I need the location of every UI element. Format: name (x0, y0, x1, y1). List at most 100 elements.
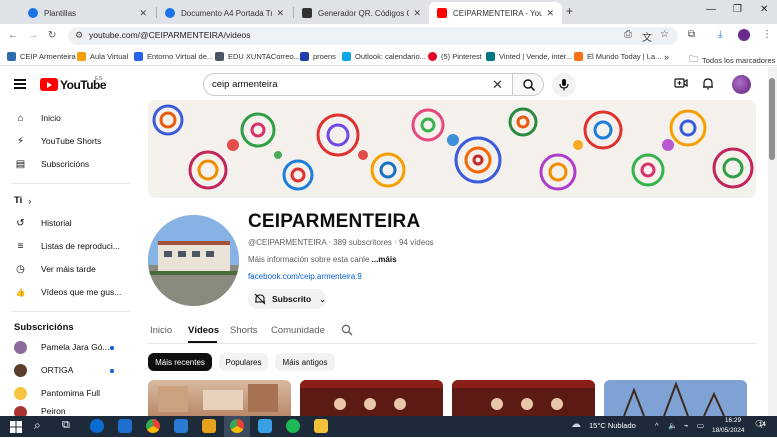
channel-meta: @CEIPARMENTEIRA ‧ 389 subscritores ‧ 94 … (248, 238, 434, 247)
channel-handle: @CEIPARMENTEIRA (248, 238, 327, 247)
bookmark-ceip-armenteira[interactable]: CEIP Armenteira (7, 52, 76, 61)
windows-start-icon[interactable] (10, 420, 22, 438)
chip-most-recent[interactable]: Máis recentes (148, 353, 212, 371)
new-tab-button[interactable]: + (566, 4, 573, 18)
clock-date[interactable]: 18/05/2024 (712, 427, 745, 434)
site-info-icon[interactable]: ⚙ (75, 30, 83, 41)
install-app-icon[interactable]: ⎙ (624, 29, 632, 40)
video-thumbnail[interactable] (604, 380, 747, 416)
bookmark-el-mundo-today[interactable]: El Mundo Today | La... (574, 52, 661, 61)
video-thumbnail[interactable] (452, 380, 595, 416)
app-icon[interactable] (174, 419, 188, 433)
chrome-app-icon[interactable] (146, 419, 160, 433)
video-thumbnail[interactable] (300, 380, 443, 416)
back-icon[interactable]: ← (8, 30, 18, 41)
tab-shorts[interactable]: Shorts (230, 325, 257, 336)
sidebar-item-history[interactable]: ↺ Historial (14, 214, 71, 232)
youtube-logo-icon[interactable] (40, 78, 58, 91)
tab-videos[interactable]: Vídeos (188, 325, 219, 336)
spotify-app-icon[interactable] (286, 419, 300, 433)
bookmark-outlook[interactable]: Outlook: calendario... (342, 52, 426, 61)
sidebar-item-subscriptions[interactable]: ▤ Subscricións (14, 155, 89, 173)
sidebar-item-liked-videos[interactable]: 👍 Vídeos que me gus... (14, 283, 122, 301)
bookmark-edu-xunta[interactable]: EDU XUNTACorreo... (215, 52, 300, 61)
tray-chevron-up-icon[interactable]: ^ (655, 421, 659, 430)
close-icon[interactable]: ✕ (276, 8, 284, 19)
minimize-icon[interactable]: — (706, 4, 716, 15)
guide-menu-icon[interactable] (14, 79, 26, 89)
sidebar-sub-pantomima[interactable]: Pantomima Full (14, 384, 100, 402)
bookmarks-more-button[interactable]: » (664, 52, 669, 62)
meta-separator: ‧ (394, 238, 397, 247)
sidebar-sub-pamela[interactable]: Pamela Jara Gó... (14, 338, 110, 356)
sidebar-item-inicio[interactable]: ⌂ Inicio (14, 109, 61, 127)
clear-search-icon[interactable]: ✕ (492, 77, 503, 93)
scrollbar-thumb[interactable] (769, 78, 775, 160)
translate-icon[interactable]: 文 (642, 29, 652, 44)
bookmark-vinted[interactable]: Vinted | Vende, inter... (486, 52, 572, 61)
app-icon[interactable] (202, 419, 216, 433)
menu-kebab-icon[interactable]: ⋮ (762, 29, 772, 40)
bookmark-entorno-virtual[interactable]: Entorno Virtual de... (134, 52, 213, 61)
channel-external-link[interactable]: facebook.com/ceip.armenteira.9 (248, 272, 362, 281)
browser-tab-plantillas[interactable]: Plantillas ✕ (20, 2, 155, 24)
download-icon[interactable]: ⤓ (718, 29, 722, 40)
volume-icon[interactable]: 🔈 (668, 421, 677, 430)
sidebar-item-watch-later[interactable]: ◷ Ver máis tarde (14, 260, 96, 278)
notification-count: 14 (759, 422, 766, 428)
browser-tab-youtube[interactable]: CEIPARMENTEIRA - YouTube ✕ (429, 2, 562, 24)
video-thumbnail[interactable] (148, 380, 291, 416)
sidebar-item-shorts[interactable]: ⚡ YouTube Shorts (14, 132, 101, 150)
search-input[interactable] (212, 79, 482, 90)
forward-icon[interactable]: → (28, 30, 38, 41)
task-view-icon[interactable]: ⧉ (62, 419, 70, 432)
weather-text[interactable]: 15°C Nublado (589, 421, 636, 430)
channel-avatar[interactable] (148, 215, 239, 306)
browser-tab-documento[interactable]: Documento A4 Portada Trabaj... ✕ (157, 2, 292, 24)
search-button[interactable] (512, 73, 544, 96)
chrome-active-app-icon[interactable] (230, 419, 244, 433)
sidebar-sub-peiron[interactable]: Peiron (14, 406, 66, 416)
edge-app-icon[interactable] (90, 419, 104, 433)
subscribed-label: Subscrito (272, 294, 312, 304)
all-bookmarks-button[interactable]: 🗀 Todos los marcadores (689, 52, 775, 68)
notifications-icon[interactable] (702, 77, 714, 93)
tab-inicio[interactable]: Inicio (150, 325, 172, 336)
reload-icon[interactable]: ↻ (48, 30, 56, 41)
channel-description[interactable]: Máis información sobre esta canle ...mái… (248, 255, 397, 264)
sidebar-you-heading[interactable]: Ti › (14, 195, 31, 206)
extensions-icon[interactable]: ⧉ (688, 29, 695, 40)
battery-icon[interactable]: ▭ (697, 421, 704, 430)
store-app-icon[interactable] (258, 419, 272, 433)
more-link[interactable]: ...máis (372, 255, 397, 264)
close-icon[interactable]: ✕ (546, 8, 554, 19)
avatar (14, 363, 27, 377)
window-close-icon[interactable]: ✕ (760, 4, 768, 15)
tab-comunidade[interactable]: Comunidade (271, 325, 325, 336)
clock-time[interactable]: 16:29 (719, 417, 747, 424)
sidebar-item-label: Inicio (41, 113, 61, 123)
file-explorer-icon[interactable] (314, 419, 328, 433)
close-icon[interactable]: ✕ (413, 8, 421, 19)
bookmark-star-icon[interactable]: ☆ (660, 29, 669, 40)
channel-search-icon[interactable] (341, 323, 353, 341)
ie-app-icon[interactable] (118, 419, 132, 433)
playlists-icon: ≡ (17, 240, 24, 252)
bookmark-pinterest[interactable]: (5) Pinterest (428, 52, 482, 61)
close-icon[interactable]: ✕ (139, 8, 147, 19)
chip-popular[interactable]: Populares (219, 353, 268, 371)
maximize-icon[interactable]: ❐ (733, 4, 742, 15)
voice-search-button[interactable] (552, 73, 576, 97)
sidebar-item-playlists[interactable]: ≡ Listas de reproduci... (14, 237, 120, 255)
bookmark-proens[interactable]: proens (300, 52, 336, 61)
network-icon[interactable]: ⌁ (684, 421, 689, 430)
chip-oldest[interactable]: Máis antigos (275, 353, 335, 371)
create-video-icon[interactable] (674, 77, 688, 92)
browser-tab-generador-qr[interactable]: Generador QR. Códigos QR Gr... ✕ (294, 2, 429, 24)
bookmark-aula-virtual[interactable]: Aula Virtual (77, 52, 128, 61)
sidebar-sub-ortiga[interactable]: ORTIGA (14, 361, 73, 379)
profile-avatar-icon[interactable] (738, 29, 750, 41)
subscribed-button[interactable]: Subscrito ⌄ (248, 289, 326, 309)
taskbar-search-icon[interactable]: ⌕ (34, 418, 41, 433)
account-avatar[interactable] (732, 75, 751, 94)
